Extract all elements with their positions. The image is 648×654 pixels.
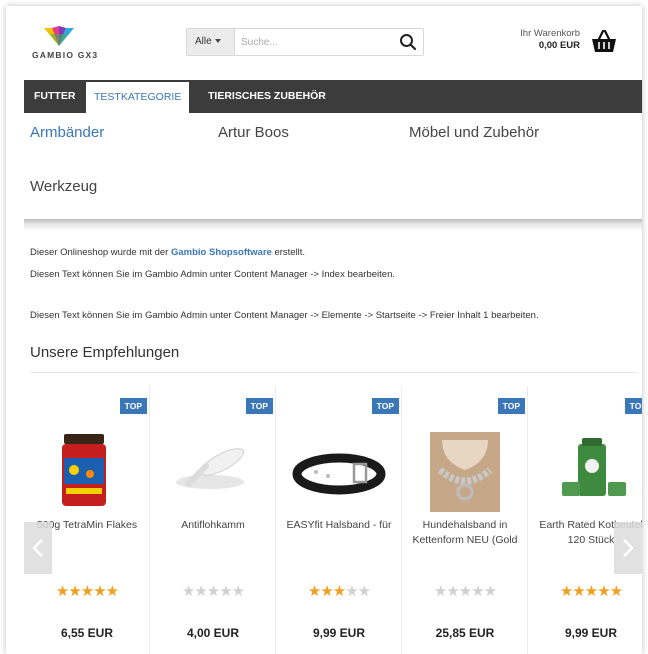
nav-tab-futter[interactable]: FUTTER — [26, 80, 83, 113]
nav-tab-tierisches-zubehoer[interactable]: TIERISCHES ZUBEHÖR — [200, 80, 334, 113]
cart-amount: 0,00 EUR — [538, 40, 580, 51]
chevron-right-icon — [623, 539, 634, 557]
star-icon: ★ — [80, 583, 94, 600]
star-icon: ★ — [320, 583, 333, 600]
star-icon: ★ — [68, 583, 81, 600]
star-icon: ★ — [433, 583, 447, 600]
info-text: erstellt. — [271, 247, 306, 258]
star-icon: ★ — [345, 583, 358, 600]
star-icon: ★ — [55, 583, 69, 600]
subcategory-link[interactable]: Artur Boos — [218, 124, 289, 141]
top-badge: TOP — [371, 398, 399, 414]
recommendations-title: Unsere Empfehlungen — [30, 344, 180, 361]
star-icon: ★ — [332, 583, 346, 600]
star-icon: ★ — [93, 583, 106, 600]
star-icon: ★ — [307, 583, 321, 600]
star-icon: ★ — [206, 583, 220, 600]
info-line-2: Diesen Text können Sie im Gambio Admin u… — [30, 269, 395, 280]
star-icon: ★ — [446, 583, 459, 600]
info-line-3: Diesen Text können Sie im Gambio Admin u… — [30, 310, 539, 321]
product-name[interactable]: Hundehalsband in Kettenform NEU (Gold — [412, 518, 518, 548]
search-bar: Alle — [186, 28, 424, 56]
star-icon: ★ — [357, 583, 371, 600]
rating-stars: ★★★★★ — [402, 582, 528, 600]
slider-next-button[interactable] — [614, 522, 642, 574]
search-icon[interactable] — [399, 33, 417, 51]
product-card[interactable]: TOP Earth Rated Kotbeutel 120 Stück ★★★★… — [528, 386, 642, 654]
product-card[interactable]: TOP EASYfit Halsband - für ★★★★★ 9,99 EU… — [276, 386, 402, 654]
star-icon: ★ — [105, 583, 119, 600]
star-icon: ★ — [194, 583, 207, 600]
shop-page: GAMBIO GX3 Alle Ihr Warenkorb 0,00 EUR F… — [6, 6, 642, 654]
product-name[interactable]: EASYfit Halsband - für — [286, 518, 392, 533]
subcategory-link[interactable]: Armbänder — [30, 124, 104, 141]
product-card[interactable]: TOP Hundehalsband in Kettenform NEU (Gol… — [402, 386, 528, 654]
logo-mark-icon — [44, 26, 74, 46]
star-icon: ★ — [181, 583, 195, 600]
top-badge: TOP — [245, 398, 273, 414]
shop-logo[interactable]: GAMBIO GX3 — [28, 26, 97, 66]
product-price: 9,99 EUR — [564, 626, 618, 640]
main-nav: FUTTER TESTKATEGORIE TIERISCHES ZUBEHÖR — [24, 80, 642, 113]
product-price: 6,55 EUR — [60, 626, 114, 640]
rating-stars: ★★★★★ — [150, 582, 276, 600]
star-icon: ★ — [471, 583, 484, 600]
search-category-select[interactable]: Alle — [187, 29, 235, 55]
product-price: 4,00 EUR — [186, 626, 240, 640]
product-image — [62, 434, 106, 506]
subcategory-link[interactable]: Möbel und Zubehör — [409, 124, 539, 141]
product-price: 9,99 EUR — [312, 626, 366, 640]
star-icon: ★ — [458, 583, 472, 600]
product-image — [176, 448, 245, 489]
info-line-1: Dieser Onlineshop wurde mit der Gambio S… — [30, 247, 305, 258]
nav-tab-testkategorie[interactable]: TESTKATEGORIE — [86, 82, 190, 113]
star-icon: ★ — [572, 583, 585, 600]
product-image — [562, 438, 626, 496]
slider-prev-button[interactable] — [24, 522, 52, 574]
product-name[interactable]: Antiflohkamm — [160, 518, 266, 533]
product-image — [430, 432, 500, 512]
gambio-shopsoftware-link[interactable]: Gambio Shopsoftware — [171, 247, 272, 258]
product-card[interactable]: TOP Antiflohkamm ★★★★★ 4,00 EUR — [150, 386, 276, 654]
product-image — [292, 453, 386, 495]
product-card[interactable]: TOP 500g TetraMin Flakes ★★★★★ 6,55 EUR — [24, 386, 150, 654]
star-icon: ★ — [584, 583, 598, 600]
star-icon: ★ — [231, 583, 245, 600]
basket-icon[interactable] — [590, 28, 618, 54]
section-divider — [30, 372, 636, 373]
product-price: 25,85 EUR — [435, 626, 495, 640]
chevron-left-icon — [32, 539, 43, 557]
search-category-label: Alle — [195, 36, 212, 47]
rating-stars: ★★★★★ — [276, 582, 402, 600]
info-text: Dieser Onlineshop wurde mit der — [30, 247, 171, 258]
caret-down-icon — [214, 39, 221, 44]
rating-stars: ★★★★★ — [24, 582, 150, 600]
star-icon: ★ — [483, 583, 497, 600]
content-divider — [24, 219, 642, 231]
product-slider: TOP 500g TetraMin Flakes ★★★★★ 6,55 EUR … — [24, 386, 642, 654]
top-badge: TOP — [119, 398, 147, 414]
logo-text: GAMBIO GX3 — [32, 50, 99, 60]
top-badge: TOP — [624, 398, 642, 414]
top-badge: TOP — [497, 398, 525, 414]
star-icon: ★ — [219, 583, 232, 600]
cart-widget[interactable]: Ihr Warenkorb 0,00 EUR — [504, 28, 634, 64]
cart-title: Ihr Warenkorb — [520, 28, 580, 39]
star-icon: ★ — [559, 583, 573, 600]
rating-stars: ★★★★★ — [528, 582, 642, 600]
star-icon: ★ — [597, 583, 610, 600]
star-icon: ★ — [609, 583, 623, 600]
subcategory-link[interactable]: Werkzeug — [30, 178, 97, 195]
search-input[interactable] — [241, 32, 391, 52]
